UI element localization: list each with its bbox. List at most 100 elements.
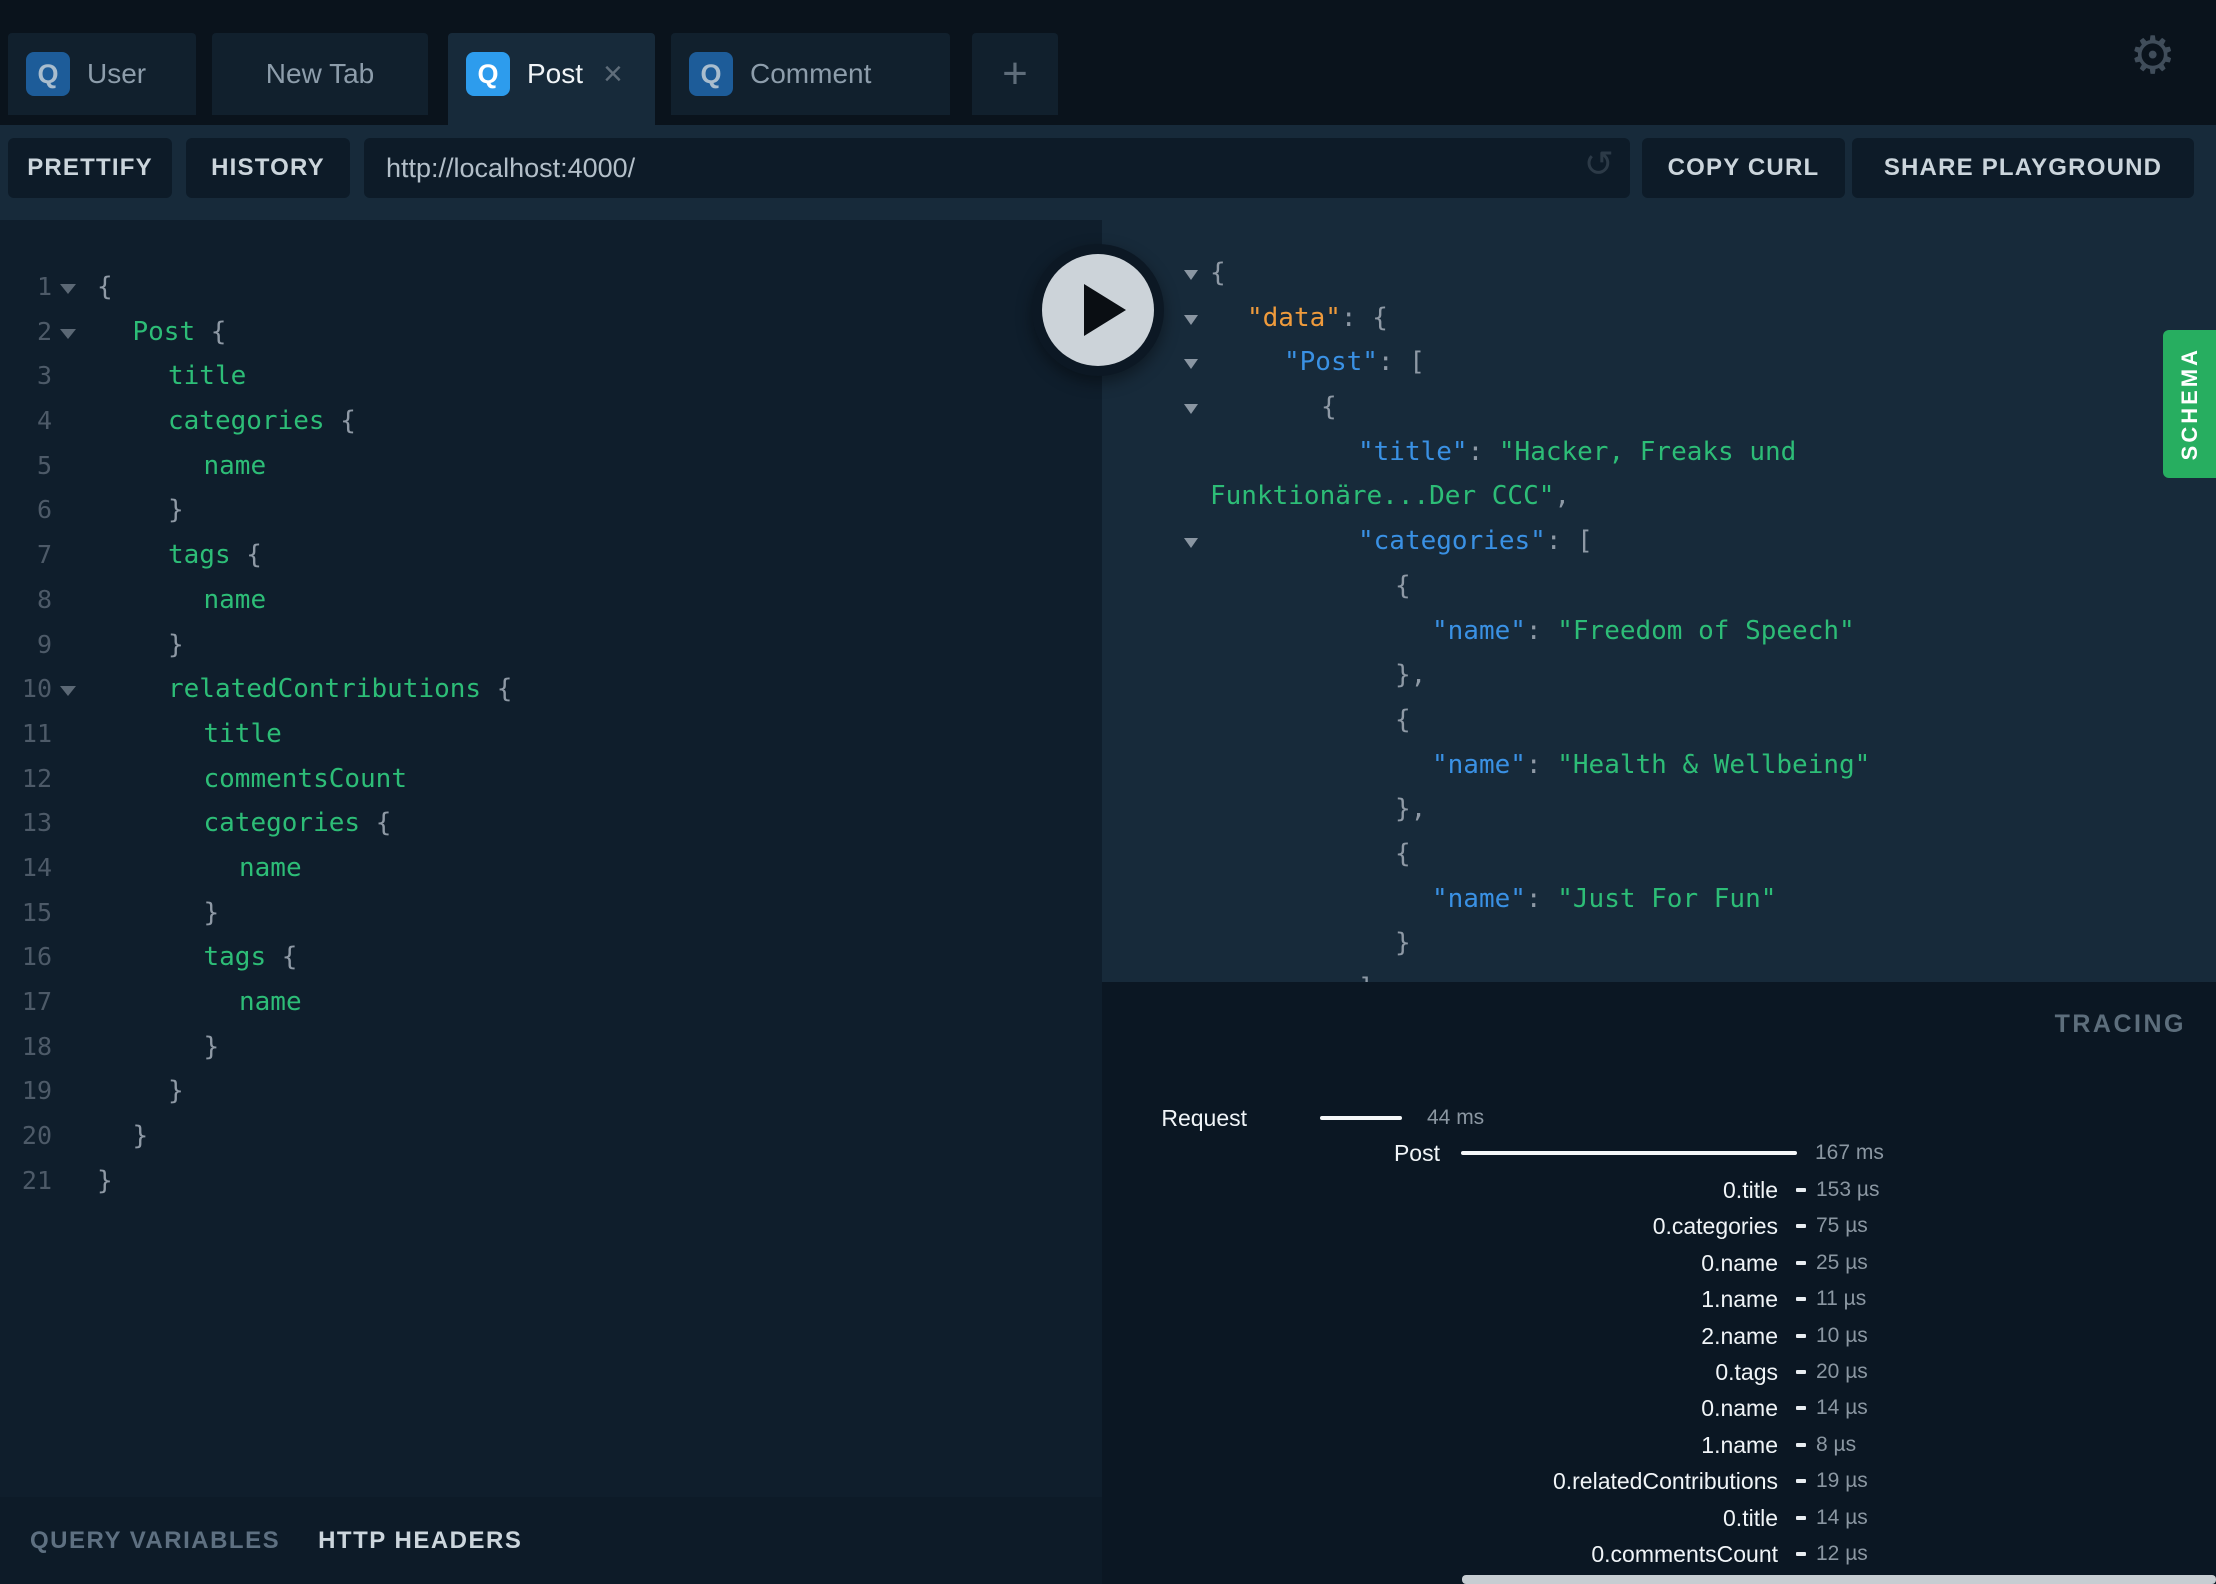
tracing-duration-bar [1320, 1116, 1402, 1120]
tracing-field-row: 0.name 25 µs [1102, 1245, 2216, 1281]
tracing-dash [1796, 1260, 1806, 1265]
response-line: }, [1102, 653, 2216, 698]
response-line: "categories": [ [1102, 519, 2216, 564]
tracing-field-time: 20 µs [1816, 1360, 1868, 1383]
tracing-span-time: 44 ms [1427, 1106, 1485, 1129]
prettify-button[interactable]: PRETTIFY [8, 138, 172, 198]
tracing-field-label: 0.categories [1652, 1213, 1778, 1240]
tracing-field-time: 14 µs [1816, 1505, 1868, 1529]
tracing-field-time: 75 µs [1816, 1214, 1868, 1238]
fold-arrow-icon[interactable] [1184, 404, 1198, 415]
tracing-field-label: 1.name [1701, 1431, 1778, 1458]
tracing-field-time: 12 µs [1816, 1542, 1868, 1565]
line-number: 21 [21, 1165, 52, 1195]
response-line: } [1102, 921, 2216, 966]
editor-line: 18} [0, 1025, 1102, 1070]
editor-line: 19} [0, 1069, 1102, 1114]
line-number: 15 [21, 897, 52, 927]
tracing-span-row: Post 167 ms [1102, 1135, 2216, 1171]
tab-comment[interactable]: Q Comment [671, 33, 950, 115]
reload-schema-icon[interactable]: ↺ [1584, 144, 1614, 185]
fold-arrow-icon[interactable] [60, 686, 76, 697]
tracing-duration-bar [1461, 1151, 1797, 1155]
http-headers-tab[interactable]: HTTP HEADERS [318, 1527, 522, 1555]
tracing-field-time: 153 µs [1816, 1178, 1880, 1201]
schema-tab[interactable]: SCHEMA [2163, 330, 2216, 478]
editor-line: 9} [0, 623, 1102, 668]
tracing-dash [1796, 1442, 1806, 1447]
tracing-field-label: 0.title [1723, 1504, 1778, 1531]
schema-tab-label: SCHEMA [2176, 347, 2202, 461]
tracing-field-label: 1.name [1701, 1286, 1778, 1313]
editor-line: 21} [0, 1159, 1102, 1204]
code-text: commentsCount [203, 763, 408, 794]
tracing-field-label: 0.name [1701, 1249, 1778, 1276]
tracing-dash [1796, 1224, 1806, 1229]
editor-line: 7 tags { [0, 533, 1102, 578]
horizontal-scrollbar[interactable] [1462, 1575, 2216, 1584]
tracing-field-time: 14 µs [1816, 1396, 1868, 1420]
tracing-field-label: 0.commentsCount [1591, 1541, 1778, 1567]
fold-arrow-icon[interactable] [60, 284, 76, 294]
tracing-field-time: 11 µs [1816, 1287, 1867, 1311]
editor-line: 14 name [0, 846, 1102, 891]
share-playground-button[interactable]: SHARE PLAYGROUND [1852, 138, 2194, 198]
tab-label: New Tab [265, 58, 375, 89]
fold-arrow-icon[interactable] [1184, 314, 1198, 325]
query-badge-icon: Q [466, 52, 510, 96]
tracing-dash [1796, 1552, 1806, 1556]
query-badge-icon: Q [689, 52, 733, 96]
endpoint-url-input[interactable] [364, 138, 1630, 198]
line-number: 9 [36, 629, 52, 659]
line-number: 10 [21, 674, 52, 704]
tracing-field-time: 25 µs [1816, 1250, 1868, 1274]
fold-arrow-icon[interactable] [1184, 538, 1198, 549]
fold-arrow-icon[interactable] [1184, 270, 1198, 280]
tracing-title: TRACING [2054, 1010, 2186, 1038]
tracing-field-row: 0.title 153 µs [1102, 1172, 2216, 1208]
editor-line: 12 commentsCount [0, 757, 1102, 802]
tracing-field-row: 0.tags 20 µs [1102, 1354, 2216, 1390]
tab-new-tab[interactable]: New Tab [212, 33, 428, 115]
tracing-field-time: 8 µs [1816, 1432, 1857, 1456]
response-line: ] [1102, 966, 2216, 982]
execute-query-button[interactable] [1032, 244, 1164, 376]
tab-user[interactable]: Q User [8, 33, 196, 115]
code-text: { [1321, 392, 1337, 423]
response-line: { [1102, 385, 2216, 430]
settings-gear-icon[interactable]: ⚙ [2129, 26, 2176, 86]
editor-line: 8 name [0, 578, 1102, 623]
tracing-dash [1796, 1370, 1806, 1374]
tracing-dash [1796, 1479, 1806, 1484]
tab-label: User [87, 58, 147, 89]
tracing-dash [1796, 1297, 1806, 1302]
tracing-dash [1796, 1406, 1806, 1411]
line-number: 13 [21, 808, 52, 838]
line-number: 12 [21, 763, 52, 793]
history-button[interactable]: HISTORY [186, 138, 350, 198]
editor-line: 15} [0, 891, 1102, 936]
query-badge-icon: Q [26, 52, 70, 96]
fold-arrow-icon[interactable] [1184, 359, 1198, 370]
tab-label: Comment [750, 58, 872, 89]
response-line: }, [1102, 787, 2216, 832]
response-line: "name": "Freedom of Speech" [1102, 609, 2216, 654]
editor-line: 11 title [0, 712, 1102, 757]
editor-line: 17 name [0, 980, 1102, 1025]
close-tab-icon[interactable]: × [603, 57, 623, 91]
editor-line: 10 relatedContributions { [0, 667, 1102, 712]
bottom-tabs: QUERY VARIABLES HTTP HEADERS [0, 1497, 1102, 1584]
new-tab-button[interactable]: + [972, 33, 1058, 115]
response-line: { [1102, 251, 2216, 296]
tab-post[interactable]: Q Post × [448, 33, 655, 125]
query-editor[interactable]: 1{2 Post {3 title 4 categories {5 name 6} 7 tags… [0, 220, 1102, 1497]
tracing-field-label: 0.title [1723, 1177, 1778, 1203]
line-number: 3 [36, 361, 52, 391]
tracing-field-row: 0.title 14 µs [1102, 1500, 2216, 1536]
tracing-field-label: 0.relatedContributions [1552, 1468, 1778, 1495]
code-text: }, [1395, 660, 1427, 691]
line-number: 5 [36, 450, 52, 480]
query-variables-tab[interactable]: QUERY VARIABLES [30, 1527, 280, 1555]
copy-curl-button[interactable]: COPY CURL [1642, 138, 1845, 198]
fold-arrow-icon[interactable] [60, 328, 76, 339]
